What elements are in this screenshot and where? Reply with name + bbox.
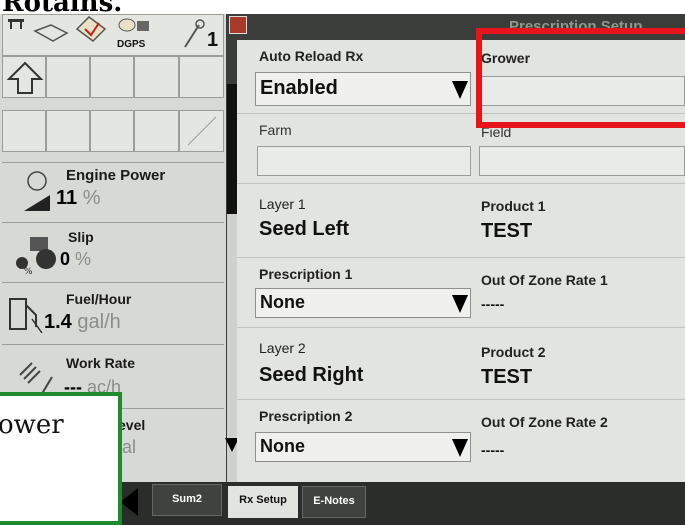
product2-value: TEST (481, 366, 533, 388)
highlight-box (476, 28, 685, 128)
nav-cell[interactable] (134, 56, 179, 98)
nav-cell[interactable] (90, 110, 134, 152)
dropdown-arrow-icon (452, 81, 468, 99)
caption-strip: Rotains. (0, 0, 685, 14)
tractor-slip-icon: % (10, 231, 64, 277)
prescription2-dropdown[interactable]: None (255, 432, 471, 462)
form-row-4: Prescription 1 None Out Of Zone Rate 1 -… (237, 258, 685, 326)
form-row-3: Layer 1 Seed Left Product 1 TEST (237, 184, 685, 256)
icon-toolbar: DGPS 1 (2, 14, 224, 56)
nav-grid-row-1 (2, 56, 224, 98)
wrench-count: 1 (207, 29, 219, 51)
layer2-value: Seed Right (259, 364, 364, 386)
dropdown-arrow-icon (452, 295, 468, 313)
out-of-zone-rate2-value[interactable]: ----- (481, 442, 504, 458)
out-of-zone-rate1-value[interactable]: ----- (481, 296, 504, 312)
fuel-level-value-row: al (122, 437, 136, 458)
fuel-hour-value-row: 1.4 gal/h (44, 311, 121, 334)
fuel-level-label: evel (118, 417, 146, 433)
out-of-zone-rate2-label: Out Of Zone Rate 2 (481, 414, 608, 430)
slip-readout[interactable]: % Slip 0 % (2, 222, 224, 278)
layer1-value: Seed Left (259, 218, 350, 240)
nav-cell[interactable] (46, 56, 90, 98)
tab-sum2[interactable]: Sum2 (152, 484, 222, 516)
section-control-icon[interactable] (73, 15, 109, 45)
callout-overlay: ower (0, 392, 122, 525)
nav-cell[interactable] (2, 110, 46, 152)
tab-scroll-left-icon[interactable] (120, 488, 138, 516)
prescription1-label: Prescription 1 (259, 266, 353, 282)
prescription1-dropdown[interactable]: None (255, 288, 471, 318)
svg-text:%: % (24, 267, 33, 275)
fuel-pump-icon (8, 293, 44, 334)
engine-power-value-row: 11 % (56, 187, 101, 210)
up-arrow-button[interactable] (2, 56, 46, 98)
slip-value: 0 (60, 249, 71, 269)
slip-label: Slip (68, 229, 94, 245)
nav-cell[interactable] (179, 110, 224, 152)
field-boundary-icon[interactable] (33, 21, 69, 51)
auto-reload-value: Enabled (260, 77, 338, 99)
dropdown-arrow-icon (452, 439, 468, 457)
farm-label: Farm (259, 122, 292, 138)
fuel-hour-label: Fuel/Hour (66, 291, 132, 307)
scrollbar-thumb[interactable] (227, 84, 237, 214)
engine-icon (22, 169, 52, 215)
fuel-hour-unit: gal/h (77, 311, 121, 333)
auto-reload-dropdown[interactable]: Enabled (255, 72, 471, 106)
implement-icon[interactable] (7, 17, 25, 33)
dgps-label: DGPS (117, 39, 146, 50)
farm-field[interactable] (257, 146, 471, 176)
slip-value-row: 0 % (60, 249, 91, 270)
prescription2-label: Prescription 2 (259, 408, 353, 424)
prescription1-value: None (260, 292, 305, 312)
spacer (2, 98, 224, 110)
nav-cell[interactable] (90, 56, 134, 98)
engine-power-readout[interactable]: Engine Power 11 % (2, 162, 224, 218)
product1-value: TEST (481, 220, 533, 242)
engine-power-unit: % (82, 187, 101, 209)
form-row-6: Prescription 2 None Out Of Zone Rate 2 -… (237, 400, 685, 482)
engine-power-value: 11 (56, 187, 78, 209)
dgps-icon[interactable]: DGPS (115, 15, 155, 55)
callout-text: ower (0, 410, 64, 440)
prescription2-value: None (260, 436, 305, 456)
wrench-icon[interactable] (181, 19, 205, 49)
app-icon[interactable] (229, 16, 247, 34)
form-row-5: Layer 2 Seed Right Product 2 TEST (237, 328, 685, 398)
nav-cell[interactable] (46, 110, 90, 152)
layer2-label: Layer 2 (259, 340, 306, 356)
fuel-hour-value: 1.4 (44, 311, 72, 333)
tab-e-notes[interactable]: E-Notes (302, 486, 366, 518)
product2-label: Product 2 (481, 344, 546, 360)
nav-cell[interactable] (134, 110, 179, 152)
fuel-hour-readout[interactable]: Fuel/Hour 1.4 gal/h (2, 282, 224, 340)
nav-cell[interactable] (179, 56, 224, 98)
out-of-zone-rate1-label: Out Of Zone Rate 1 (481, 272, 608, 288)
field-field[interactable] (479, 146, 685, 176)
tab-rx-setup[interactable]: Rx Setup (228, 486, 298, 518)
engine-power-label: Engine Power (66, 167, 166, 184)
nav-grid-row-2 (2, 110, 224, 152)
work-rate-label: Work Rate (66, 355, 135, 371)
product1-label: Product 1 (481, 198, 546, 214)
fuel-level-unit: al (122, 437, 137, 457)
caption-text: Rotains. (2, 0, 122, 14)
layer1-label: Layer 1 (259, 196, 306, 212)
vertical-scrollbar[interactable] (225, 84, 239, 482)
auto-reload-label: Auto Reload Rx (259, 48, 364, 64)
slip-unit: % (75, 249, 92, 269)
